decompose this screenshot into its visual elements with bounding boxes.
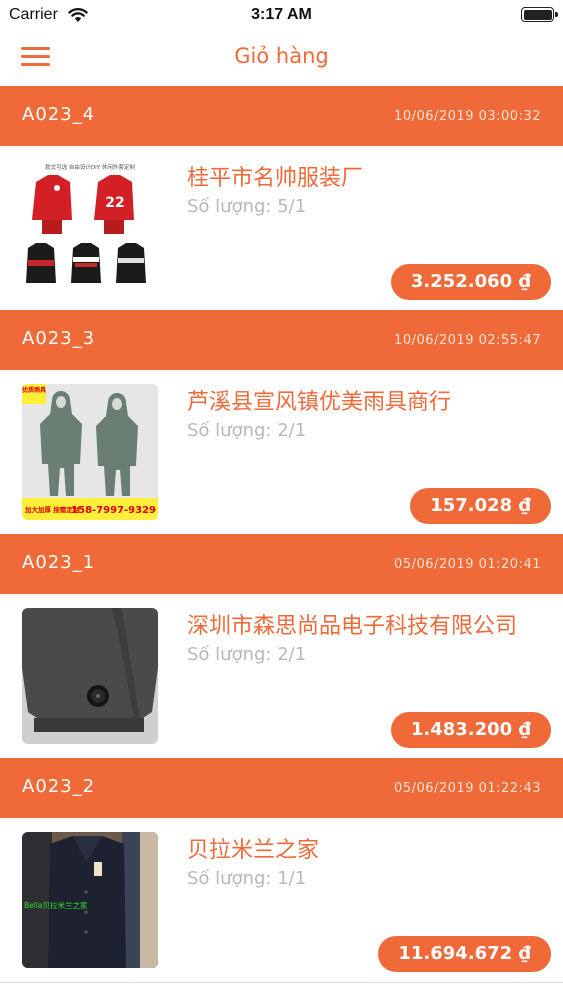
- order-header[interactable]: A023_4 10/06/2019 03:00:32: [0, 86, 563, 146]
- order-item[interactable]: Bella贝拉米兰之家 贝拉米兰之家 Số lượng: 1/1 11.694.…: [0, 818, 563, 982]
- order-id: A023_2: [22, 776, 96, 797]
- product-image-coats-rack: Bella贝拉米兰之家: [22, 832, 158, 968]
- thumb-phone: 158-7997-9329: [71, 505, 156, 516]
- quantity-label: Số lượng: 5/1: [187, 196, 307, 217]
- quantity-label: Số lượng: 1/1: [187, 868, 307, 889]
- product-image-jackets: 款式可选 自由设计DIY 休闲外套定制 22: [22, 160, 158, 296]
- shop-name: 深圳市森思尚品电子科技有限公司: [187, 614, 518, 639]
- price-badge[interactable]: 3.252.060 ₫: [390, 264, 551, 300]
- order-item[interactable]: 优质雨具 加大加厚 按需定制 158-7997-9329 芦溪县宣风镇优美雨具商…: [0, 370, 563, 534]
- order-date: 10/06/2019 02:55:47: [394, 333, 541, 348]
- quantity-label: Số lượng: 2/1: [187, 644, 307, 665]
- page-title: Giỏ hàng: [234, 44, 329, 68]
- battery-icon: [521, 7, 558, 22]
- order-item[interactable]: 深圳市森思尚品电子科技有限公司 Số lượng: 2/1 1.483.200 …: [0, 594, 563, 758]
- shop-name: 芦溪县宣风镇优美雨具商行: [187, 390, 452, 415]
- order-item[interactable]: 款式可选 自由设计DIY 休闲外套定制 22 桂平市名帅服装厂 Số lượng…: [0, 146, 563, 310]
- shop-name: 桂平市名帅服装厂: [187, 166, 364, 191]
- price-badge[interactable]: 1.483.200 ₫: [390, 712, 551, 748]
- order-date: 05/06/2019 01:22:43: [394, 781, 541, 796]
- order-date: 05/06/2019 01:20:41: [394, 557, 541, 572]
- order-id: A023_4: [22, 104, 96, 125]
- status-bar: Carrier 3:17 AM: [0, 0, 563, 30]
- price-badge[interactable]: 11.694.672 ₫: [378, 936, 551, 972]
- navigation-bar: Giỏ hàng: [0, 30, 563, 86]
- product-image-raincoat: 优质雨具 加大加厚 按需定制 158-7997-9329: [22, 384, 158, 520]
- price-badge[interactable]: 157.028 ₫: [410, 488, 551, 524]
- status-time: 3:17 AM: [251, 6, 312, 23]
- order-id: A023_3: [22, 328, 96, 349]
- order-date: 10/06/2019 03:00:32: [394, 109, 541, 124]
- product-image-fan-jacket: [22, 608, 158, 744]
- thumb-caption: 款式可选 自由设计DIY 休闲外套定制: [45, 163, 135, 171]
- order-list: A023_4 10/06/2019 03:00:32 款式可选 自由设计DIY …: [0, 86, 563, 982]
- thumb-brand: Bella贝拉米兰之家: [24, 900, 88, 910]
- shop-name: 贝拉米兰之家: [187, 838, 320, 863]
- thumb-tag: 优质雨具: [22, 386, 46, 394]
- bottom-divider: [0, 982, 563, 983]
- order-header[interactable]: A023_3 10/06/2019 02:55:47: [0, 310, 563, 370]
- order-id: A023_1: [22, 552, 96, 573]
- order-header[interactable]: A023_1 05/06/2019 01:20:41: [0, 534, 563, 594]
- quantity-label: Số lượng: 2/1: [187, 420, 307, 441]
- order-header[interactable]: A023_2 05/06/2019 01:22:43: [0, 758, 563, 818]
- jersey-number: 22: [105, 195, 124, 211]
